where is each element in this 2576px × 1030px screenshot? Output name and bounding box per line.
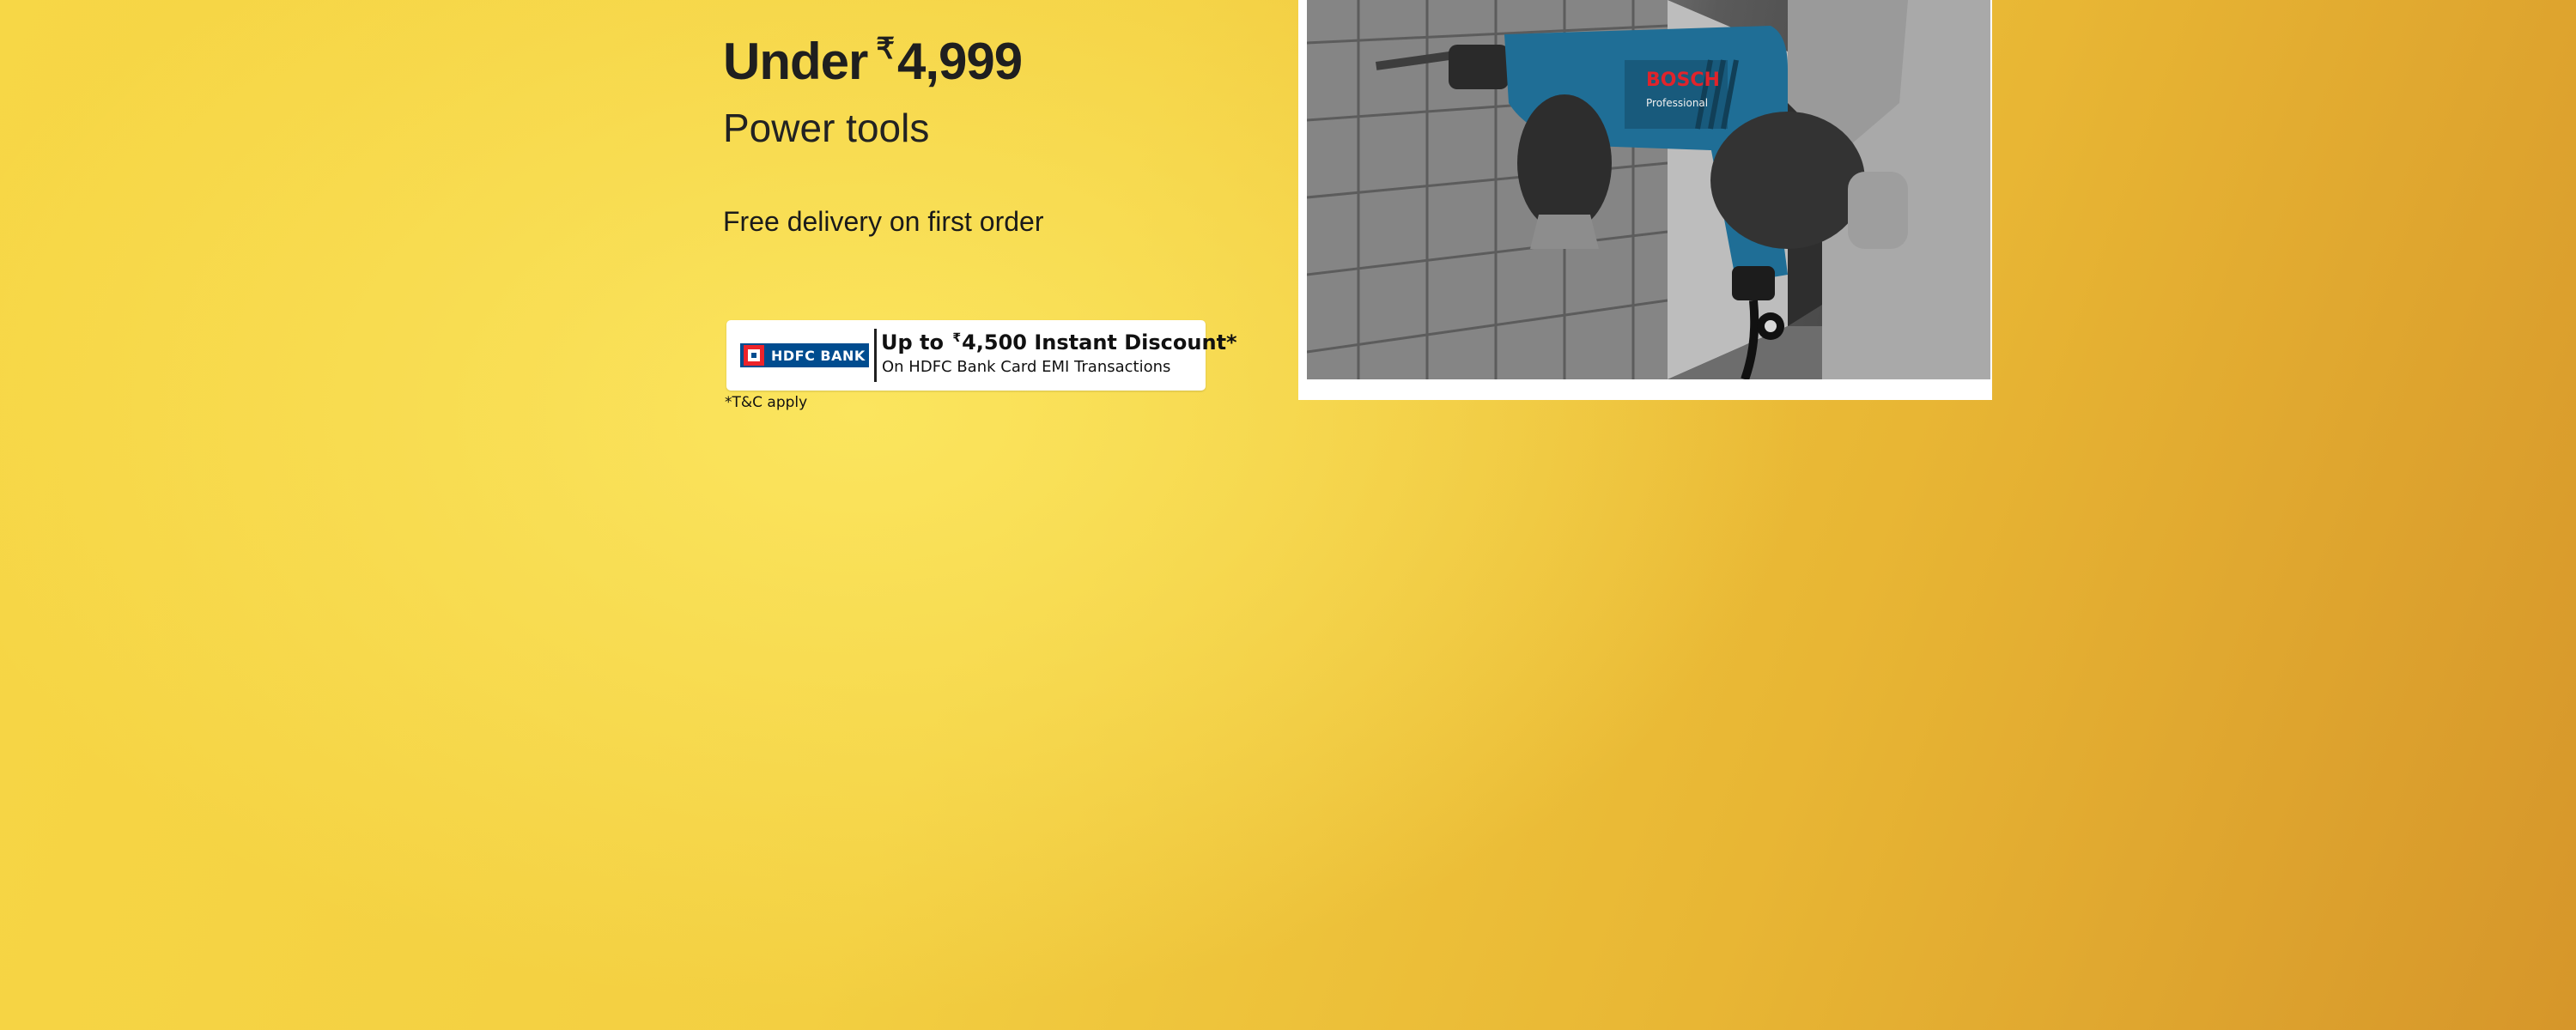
offer-title-amount: 4,500 Instant Discount* [962, 330, 1237, 354]
drill-product-image: BOSCH Professional [1307, 0, 1990, 379]
rupee-symbol: ₹ [876, 33, 895, 65]
free-delivery-text: Free delivery on first order [723, 206, 1044, 237]
offer-title-prefix: Up to [881, 330, 944, 354]
offer-divider [874, 329, 877, 382]
headline-amount: 4,999 [897, 33, 1023, 90]
promo-banner[interactable]: Under ₹4,999 Power tools Free delivery on… [0, 0, 2576, 1030]
headline-price: Under ₹4,999 [723, 33, 1023, 90]
product-photo-frame: BOSCH Professional [1298, 0, 1992, 400]
bank-offer-card[interactable]: HDFC BANK Up to ₹4,500 Instant Discount*… [726, 320, 1237, 391]
offer-title: Up to ₹4,500 Instant Discount* [881, 330, 1237, 354]
drill-label: Professional [1646, 97, 1708, 109]
bank-name: HDFC BANK [771, 347, 866, 364]
category-subheading: Power tools [723, 106, 930, 150]
hdfc-emblem-icon [744, 345, 764, 366]
drill-brand: BOSCH [1646, 70, 1720, 91]
headline-prefix: Under [723, 33, 868, 90]
hdfc-bank-logo: HDFC BANK [740, 343, 869, 367]
terms-apply-text: *T&C apply [725, 394, 808, 411]
offer-rupee-symbol: ₹ [952, 331, 962, 345]
offer-subtitle: On HDFC Bank Card EMI Transactions [882, 358, 1171, 376]
drill-illustration: BOSCH Professional [1307, 0, 1990, 379]
